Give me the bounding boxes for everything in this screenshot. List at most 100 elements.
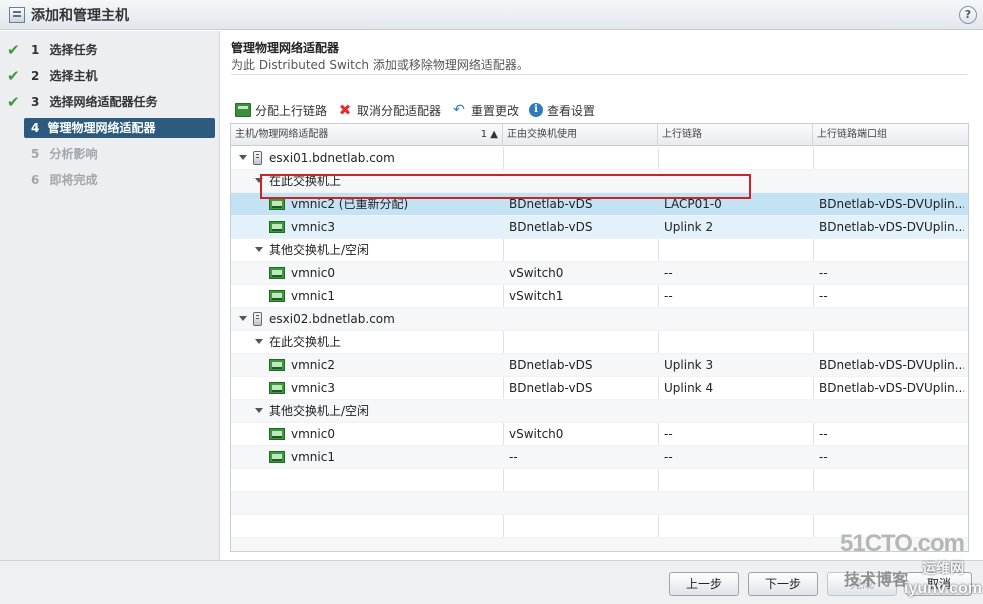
network-adapter-icon <box>269 428 285 440</box>
adapter-row[interactable]: vmnic1 -- -- -- <box>231 446 968 469</box>
cell-portgroup <box>819 147 964 169</box>
cell-uplink: Uplink 3 <box>664 358 714 372</box>
step-label: 管理物理网络适配器 <box>47 121 156 135</box>
back-button[interactable]: 上一步 <box>669 572 739 596</box>
adapter-row[interactable]: vmnic3 BDnetlab-vDS Uplink 2 BDnetlab-vDS-D… <box>231 216 968 239</box>
adapter-row[interactable]: vmnic3 BDnetlab-vDS Uplink 4 BDnetlab-vDS-D… <box>231 377 968 400</box>
step-number: 6 <box>31 173 40 187</box>
empty-row <box>231 492 968 515</box>
cell-portgroup <box>819 170 964 192</box>
reset-changes-button[interactable]: ↶ 重置更改 <box>451 102 519 119</box>
cell-portgroup: -- <box>819 266 828 280</box>
group-row[interactable]: 其他交换机上/空闲 <box>231 400 968 423</box>
cell-name: 其他交换机上/空闲 <box>269 404 370 418</box>
cell-portgroup: -- <box>819 289 828 303</box>
adapter-table: 主机/物理网络适配器 1 ▲ 正由交换机使用 上行链路 上行链路端口组 esxi… <box>230 123 969 552</box>
sort-ascending-icon: 1 ▲ <box>480 129 498 140</box>
group-row[interactable]: 其他交换机上/空闲 <box>231 239 968 262</box>
cell-portgroup: -- <box>819 427 828 441</box>
unassign-adapter-button[interactable]: ✖ 取消分配适配器 <box>337 102 441 119</box>
wizard-footer: 上一步 下一步 完成 取消 <box>0 560 983 604</box>
watermark-url: iyunv.com <box>904 580 982 597</box>
network-adapter-icon <box>269 451 285 463</box>
step-analyze-impact: 5 分析影响 <box>0 141 219 167</box>
network-adapter-icon <box>269 382 285 394</box>
cell-name: 在此交换机上 <box>269 335 342 349</box>
expand-arrow-icon[interactable] <box>239 316 247 321</box>
annotation-highlight-box <box>260 174 751 199</box>
step-label: 选择网络适配器任务 <box>49 95 158 109</box>
cell-portgroup <box>819 308 964 330</box>
adapter-row[interactable]: vmnic0 vSwitch0 -- -- <box>231 262 968 285</box>
cell-switch: vSwitch0 <box>509 427 564 441</box>
step-select-adapter-tasks[interactable]: ✔ 3 选择网络适配器任务 <box>0 89 219 115</box>
step-label: 选择任务 <box>49 43 98 57</box>
assign-uplink-button[interactable]: 分配上行链路 <box>235 102 327 119</box>
step-manage-physical-adapters[interactable]: 4 管理物理网络适配器 <box>24 118 215 138</box>
step-ready-to-complete: 6 即将完成 <box>0 167 219 193</box>
cell-uplink <box>664 239 809 261</box>
red-x-icon: ✖ <box>338 101 352 119</box>
column-header-uplink[interactable]: 上行链路 <box>658 124 813 146</box>
cell-uplink <box>664 147 809 169</box>
cell-portgroup: BDnetlab-vDS-DVUplin... <box>819 220 964 234</box>
cell-switch: vSwitch0 <box>509 266 564 280</box>
cell-uplink <box>664 308 809 330</box>
cell-switch <box>509 331 654 353</box>
step-select-hosts[interactable]: ✔ 2 选择主机 <box>0 63 219 89</box>
checkmark-icon: ✔ <box>7 67 20 85</box>
network-adapter-icon <box>269 359 285 371</box>
toolbar: 分配上行链路 ✖ 取消分配适配器 ↶ 重置更改 i 查看设置 <box>235 101 605 119</box>
info-icon: i <box>529 103 544 117</box>
help-icon[interactable]: ? <box>959 6 977 24</box>
cell-switch: BDnetlab-vDS <box>509 381 593 395</box>
page-description: 为此 Distributed Switch 添加或移除物理网络适配器。 <box>231 58 529 72</box>
cell-name: 其他交换机上/空闲 <box>269 243 370 257</box>
column-header-uplink-portgroup[interactable]: 上行链路端口组 <box>813 124 968 146</box>
column-label: 主机/物理网络适配器 <box>235 129 329 140</box>
cell-uplink: Uplink 4 <box>664 381 714 395</box>
adapter-row[interactable]: vmnic1 vSwitch1 -- -- <box>231 285 968 308</box>
next-button[interactable]: 下一步 <box>748 572 818 596</box>
watermark-brand: 运维网 <box>922 560 964 576</box>
cell-portgroup <box>819 400 964 422</box>
cell-uplink <box>664 400 809 422</box>
expand-arrow-icon[interactable] <box>255 408 263 413</box>
checkmark-icon: ✔ <box>7 93 20 111</box>
undo-icon: ↶ <box>453 102 465 118</box>
unassign-adapter-label: 取消分配适配器 <box>357 103 442 118</box>
watermark-blog: 技术博客 <box>844 572 909 589</box>
group-row[interactable]: 在此交换机上 <box>231 331 968 354</box>
cell-uplink: -- <box>664 266 673 280</box>
cell-name: vmnic0 <box>291 427 335 441</box>
step-label: 即将完成 <box>49 173 98 187</box>
column-header-in-use-by-switch[interactable]: 正由交换机使用 <box>503 124 658 146</box>
cell-name: vmnic1 <box>291 450 335 464</box>
step-select-task[interactable]: ✔ 1 选择任务 <box>0 37 219 63</box>
expand-arrow-icon[interactable] <box>239 155 247 160</box>
cell-uplink: Uplink 2 <box>664 220 714 234</box>
cell-switch: BDnetlab-vDS <box>509 220 593 234</box>
cell-uplink: -- <box>664 289 673 303</box>
table-body: esxi01.bdnetlab.com 在此交换机上 vmnic2 (已重新分配) B… <box>231 147 968 551</box>
cell-switch: BDnetlab-vDS <box>509 358 593 372</box>
expand-arrow-icon[interactable] <box>255 247 263 252</box>
network-adapter-icon <box>269 290 285 302</box>
view-settings-button[interactable]: i 查看设置 <box>529 102 595 119</box>
cell-name: esxi01.bdnetlab.com <box>269 151 395 165</box>
cell-portgroup <box>819 239 964 261</box>
adapter-row[interactable]: vmnic0 vSwitch0 -- -- <box>231 423 968 446</box>
divider <box>231 74 967 75</box>
cell-name: vmnic3 <box>291 220 335 234</box>
cell-portgroup: BDnetlab-vDS-DVUplin... <box>819 358 964 372</box>
cell-uplink: -- <box>664 450 673 464</box>
network-adapter-icon <box>269 221 285 233</box>
cell-switch <box>509 400 654 422</box>
adapter-row[interactable]: vmnic2 BDnetlab-vDS Uplink 3 BDnetlab-vDS-D… <box>231 354 968 377</box>
assign-uplink-label: 分配上行链路 <box>255 103 328 118</box>
cell-name: vmnic2 <box>291 358 335 372</box>
column-header-host-adapter[interactable]: 主机/物理网络适配器 1 ▲ <box>231 124 503 146</box>
host-row[interactable]: esxi02.bdnetlab.com <box>231 308 968 331</box>
expand-arrow-icon[interactable] <box>255 339 263 344</box>
host-row[interactable]: esxi01.bdnetlab.com <box>231 147 968 170</box>
